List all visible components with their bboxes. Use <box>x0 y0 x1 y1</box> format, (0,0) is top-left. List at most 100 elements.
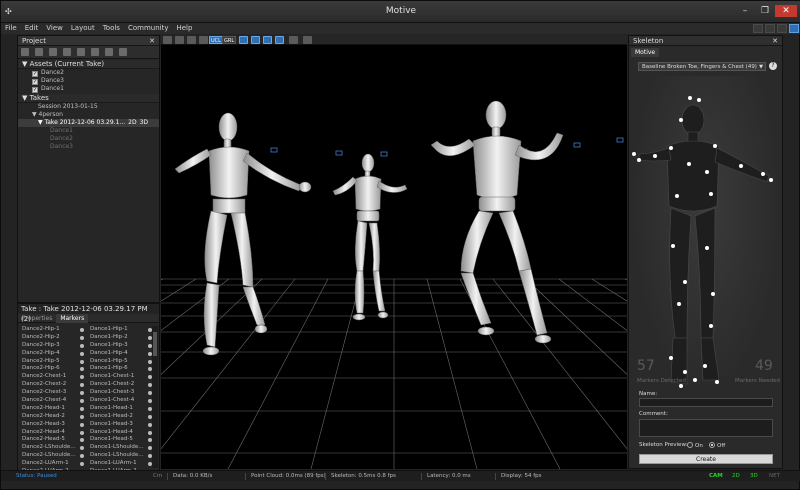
take-child-item[interactable]: Dance1 <box>18 127 159 135</box>
marker-row[interactable]: Dance1-Hip-6 <box>90 365 153 373</box>
export-icon[interactable] <box>91 48 99 56</box>
info-icon[interactable] <box>303 36 312 44</box>
marker-row[interactable]: Dance1-Hip-2 <box>90 334 153 342</box>
marker-row[interactable]: Dance1-Chest-3 <box>90 389 153 397</box>
marker-row[interactable]: Dance2-Chest-4 <box>22 397 89 405</box>
marker-row[interactable]: Dance2-Chest-2 <box>22 381 89 389</box>
marker-row[interactable]: Dance1-Hip-1 <box>90 326 153 334</box>
marker-row[interactable]: Dance1-Head-1 <box>90 405 153 413</box>
menu-help[interactable]: Help <box>172 23 196 34</box>
assets-section[interactable]: ▼ Assets (Current Take) <box>18 60 159 69</box>
cam-mode[interactable]: CAM <box>709 471 723 482</box>
menu-file[interactable]: File <box>1 23 21 34</box>
scroll-thumb[interactable] <box>153 332 157 356</box>
marker-row[interactable]: Dance2-Head-2 <box>22 413 89 421</box>
marker-row[interactable]: Dance1-LUArm-1 <box>90 460 153 468</box>
marker-row[interactable]: Dance1-Chest-4 <box>90 397 153 405</box>
marker-row[interactable]: Dance1-LShoulde... <box>90 452 153 460</box>
menu-tools[interactable]: Tools <box>99 23 124 34</box>
preview-off-option[interactable]: Off <box>709 442 725 449</box>
tab-properties[interactable]: Properties <box>18 314 56 323</box>
takes-section[interactable]: ▼ Takes <box>18 94 159 103</box>
ucl-toggle[interactable]: UCL <box>209 36 223 44</box>
menu-layout[interactable]: Layout <box>67 23 99 34</box>
layout-capture-icon[interactable] <box>753 24 763 33</box>
net-mode[interactable]: NET <box>769 471 780 482</box>
view-rays-icon[interactable] <box>275 36 284 44</box>
group-item[interactable]: ▼ 4person <box>18 111 159 119</box>
marker-row[interactable]: Dance2-Hip-1 <box>22 326 89 334</box>
marker-row[interactable]: Dance2-Hip-5 <box>22 358 89 366</box>
view-markers-icon[interactable] <box>239 36 248 44</box>
marker-row[interactable]: Dance1-Head-5 <box>90 436 153 444</box>
rotate-icon[interactable] <box>175 36 184 44</box>
menu-view[interactable]: View <box>42 23 67 34</box>
asset-item[interactable]: ✓ Dance1 <box>18 85 159 93</box>
menu-edit[interactable]: Edit <box>21 23 43 34</box>
marker-row[interactable]: Dance2-Head-4 <box>22 429 89 437</box>
marker-row[interactable]: Dance1-Head-4 <box>90 429 153 437</box>
marker-row[interactable]: Dance2-LShoulde... <box>22 444 89 452</box>
preview-on-option[interactable]: On <box>687 442 703 449</box>
select-icon[interactable] <box>163 36 172 44</box>
close-project-icon[interactable]: ✕ <box>149 36 155 46</box>
pan-icon[interactable] <box>187 36 196 44</box>
take-child-item[interactable]: Dance2 <box>18 135 159 143</box>
2d-mode[interactable]: 2D <box>732 471 740 482</box>
markers-scrollbar[interactable] <box>152 326 158 468</box>
marker-row[interactable]: Dance1-Hip-4 <box>90 350 153 358</box>
marker-row[interactable]: Dance2-Chest-1 <box>22 373 89 381</box>
layout-calibrate-icon[interactable] <box>777 24 787 33</box>
radio-selected-icon[interactable] <box>709 442 715 448</box>
marker-row[interactable]: Dance2-Head-3 <box>22 421 89 429</box>
minimize-button[interactable]: – <box>735 5 755 17</box>
tab-motive[interactable]: Motive <box>631 48 660 57</box>
tab-markers[interactable]: Markers <box>56 314 89 323</box>
take-item[interactable]: ▼ Take 2012-12-06 03.29.1... 2D 3D <box>18 119 159 127</box>
new-take-icon[interactable] <box>63 48 71 56</box>
layout-custom-icon[interactable] <box>789 24 799 33</box>
marker-row[interactable]: Dance1-Hip-5 <box>90 358 153 366</box>
grl-toggle[interactable]: GRL <box>222 36 237 44</box>
asset-item[interactable]: ✓ Dance2 <box>18 69 159 77</box>
marker-row[interactable]: Dance1-Chest-1 <box>90 373 153 381</box>
close-button[interactable]: ✕ <box>775 5 797 17</box>
marker-row[interactable]: Dance2-Hip-3 <box>22 342 89 350</box>
marker-row[interactable]: Dance2-Hip-2 <box>22 334 89 342</box>
status-text[interactable]: Status: Paused <box>16 471 57 482</box>
restore-button[interactable]: ❐ <box>755 5 775 17</box>
create-button[interactable]: Create <box>639 454 773 464</box>
open-folder-icon[interactable] <box>21 48 29 56</box>
zoom-icon[interactable] <box>199 36 208 44</box>
close-skeleton-icon[interactable]: ✕ <box>772 36 778 46</box>
marker-row[interactable]: Dance2-LShoulde... <box>22 452 89 460</box>
refresh-icon[interactable] <box>119 48 127 56</box>
help-icon[interactable]: ? <box>769 62 777 70</box>
marker-row[interactable]: Dance1-Head-3 <box>90 421 153 429</box>
skeleton-preview[interactable] <box>631 76 781 396</box>
marker-row[interactable]: Dance1-Chest-2 <box>90 381 153 389</box>
new-session-icon[interactable] <box>49 48 57 56</box>
delete-icon[interactable] <box>105 48 113 56</box>
marker-row[interactable]: Dance2-Head-5 <box>22 436 89 444</box>
comment-input[interactable] <box>639 419 773 437</box>
name-input[interactable] <box>639 398 773 407</box>
marker-row[interactable]: Dance2-Chest-3 <box>22 389 89 397</box>
import-icon[interactable] <box>77 48 85 56</box>
take-child-item[interactable]: Dance3 <box>18 143 159 151</box>
marker-row[interactable]: Dance1-Head-2 <box>90 413 153 421</box>
3d-viewport[interactable] <box>161 45 627 469</box>
layout-edit-icon[interactable] <box>765 24 775 33</box>
template-select[interactable]: Baseline Broken Toe, Fingers & Chest (49… <box>638 62 766 71</box>
marker-row[interactable]: Dance2-Head-1 <box>22 405 89 413</box>
marker-row[interactable]: Dance2-Hip-4 <box>22 350 89 358</box>
3d-mode[interactable]: 3D <box>750 471 758 482</box>
marker-row[interactable]: Dance1-Hip-3 <box>90 342 153 350</box>
save-icon[interactable] <box>35 48 43 56</box>
session-item[interactable]: Session 2013-01-15 <box>18 103 159 111</box>
marker-row[interactable]: Dance2-Hip-6 <box>22 365 89 373</box>
asset-item[interactable]: ✓ Dance3 <box>18 77 159 85</box>
menu-community[interactable]: Community <box>124 23 173 34</box>
view-bones-icon[interactable] <box>251 36 260 44</box>
marker-row[interactable]: Dance2-LUArm-1 <box>22 460 89 468</box>
